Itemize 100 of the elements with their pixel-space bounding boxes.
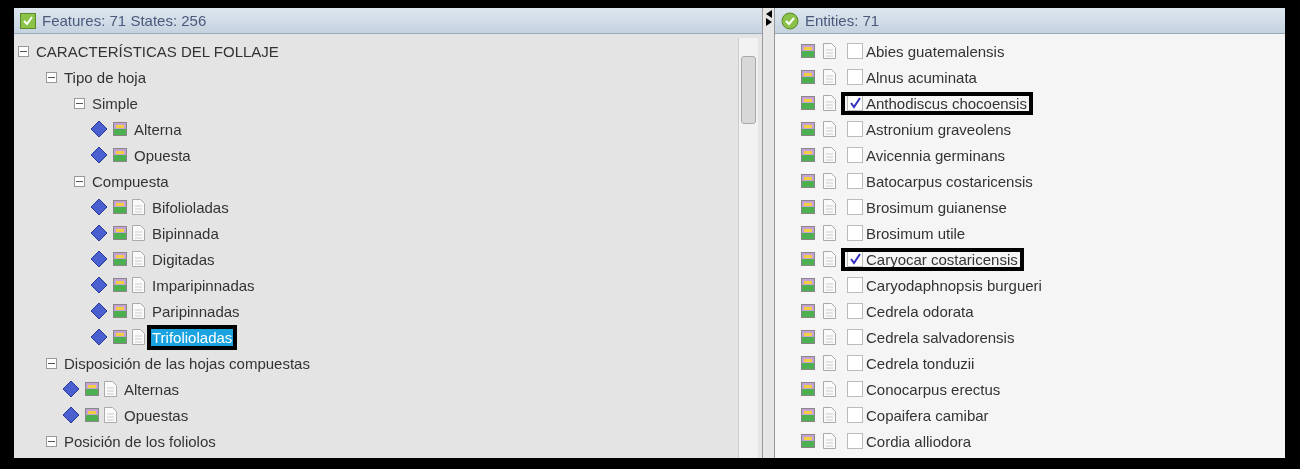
checkbox[interactable]	[847, 407, 863, 423]
entity-label: Caryocar costaricensis	[866, 250, 1018, 268]
document-icon	[823, 355, 836, 371]
tree-state-label[interactable]: Paripinnadas	[150, 301, 242, 321]
collapse-icon[interactable]	[74, 175, 85, 187]
document-icon	[823, 69, 836, 85]
document-icon	[823, 121, 836, 137]
checkbox[interactable]	[847, 95, 863, 111]
document-icon	[823, 173, 836, 189]
image-icon	[801, 44, 815, 58]
document-icon	[104, 407, 117, 423]
collapse-icon[interactable]	[74, 97, 85, 109]
checkbox[interactable]	[847, 147, 863, 163]
image-icon	[801, 408, 815, 422]
image-icon	[801, 200, 815, 214]
diamond-icon	[90, 328, 108, 346]
entity-label: Brosimum guianense	[866, 198, 1007, 216]
image-icon	[113, 278, 127, 292]
scrollbar[interactable]	[738, 38, 758, 458]
image-icon	[801, 122, 815, 136]
diamond-icon	[90, 224, 108, 242]
collapse-icon[interactable]	[46, 357, 57, 369]
image-icon	[113, 330, 127, 344]
checkbox[interactable]	[847, 329, 863, 345]
entity-label: Cedrela odorata	[866, 302, 974, 320]
document-icon	[823, 95, 836, 111]
collapse-icon[interactable]	[18, 45, 29, 57]
entity-label: Alnus acuminata	[866, 68, 977, 86]
document-icon	[132, 329, 145, 345]
document-icon	[823, 277, 836, 293]
checkbox[interactable]	[847, 69, 863, 85]
entity-label: Cordia alliodora	[866, 432, 972, 450]
document-icon	[823, 433, 836, 449]
image-icon	[801, 226, 815, 240]
checkbox[interactable]	[847, 355, 863, 371]
document-icon	[132, 225, 145, 241]
tree-state-label[interactable]: Alterna	[132, 119, 184, 139]
checkbox[interactable]	[847, 199, 863, 215]
image-icon	[113, 148, 127, 162]
diamond-icon	[90, 120, 108, 138]
collapse-icon[interactable]	[46, 435, 57, 447]
diamond-icon	[90, 302, 108, 320]
diamond-icon	[90, 250, 108, 268]
arrow-right-icon[interactable]	[765, 18, 772, 26]
checkbox[interactable]	[847, 277, 863, 293]
checkbox[interactable]	[847, 433, 863, 449]
checkbox[interactable]	[847, 173, 863, 189]
document-icon	[823, 381, 836, 397]
circle-icon	[781, 11, 799, 30]
entity-label: Copaifera camibar	[866, 406, 989, 424]
image-icon	[801, 278, 815, 292]
collapse-icon[interactable]	[46, 71, 57, 83]
tree-group-label[interactable]: Posición de los foliolos	[62, 431, 218, 451]
entity-label: Cedrela tonduzii	[866, 354, 975, 372]
image-icon	[801, 304, 815, 318]
checkbox-icon	[20, 12, 36, 29]
tree-group-label[interactable]: Compuesta	[90, 171, 171, 191]
checkbox[interactable]	[847, 121, 863, 137]
panel-title: Entities: 71	[805, 12, 880, 29]
image-icon	[801, 252, 815, 266]
tree-group-label[interactable]: Disposición de las hojas compuestas	[62, 353, 312, 373]
entity-label: Cedrela salvadorensis	[866, 328, 1015, 346]
tree-group-label[interactable]: Tipo de hoja	[62, 67, 148, 87]
image-icon	[801, 174, 815, 188]
tree-state-label[interactable]: Opuestas	[122, 405, 191, 425]
image-icon	[85, 382, 99, 396]
document-icon	[823, 199, 836, 215]
arrow-left-icon[interactable]	[765, 10, 772, 18]
document-icon	[104, 381, 117, 397]
tree-group-label[interactable]: Simple	[90, 93, 140, 113]
image-icon	[801, 96, 815, 110]
checkbox[interactable]	[847, 251, 863, 267]
tree-group-label[interactable]: CARACTERÍSTICAS DEL FOLLAJE	[34, 41, 281, 61]
document-icon	[132, 303, 145, 319]
checkbox[interactable]	[847, 303, 863, 319]
entity-label: Caryodaphnopsis burgueri	[866, 276, 1042, 294]
image-icon	[113, 122, 127, 136]
document-icon	[132, 277, 145, 293]
image-icon	[801, 330, 815, 344]
diamond-icon	[90, 146, 108, 164]
tree-state-label[interactable]: Digitadas	[150, 249, 217, 269]
checkbox[interactable]	[847, 43, 863, 59]
tree-state-label[interactable]: Opuesta	[132, 145, 193, 165]
entity-label: Avicennia germinans	[866, 146, 1005, 164]
document-icon	[823, 225, 836, 241]
diamond-icon	[62, 380, 80, 398]
image-icon	[801, 148, 815, 162]
document-icon	[823, 43, 836, 59]
tree-state-label[interactable]: Imparipinnadas	[150, 275, 257, 295]
tree-state-label[interactable]: Alternas	[122, 379, 182, 399]
tree-state-label[interactable]: Bipinnada	[150, 223, 221, 243]
document-icon	[823, 147, 836, 163]
image-icon	[113, 200, 127, 214]
panel-title: Features: 71 States: 256	[42, 12, 207, 29]
tree-state-label[interactable]: Bifolioladas	[150, 197, 231, 217]
entity-label: Conocarpus erectus	[866, 380, 1001, 398]
diamond-icon	[62, 406, 80, 424]
checkbox[interactable]	[847, 381, 863, 397]
checkbox[interactable]	[847, 225, 863, 241]
image-icon	[801, 356, 815, 370]
